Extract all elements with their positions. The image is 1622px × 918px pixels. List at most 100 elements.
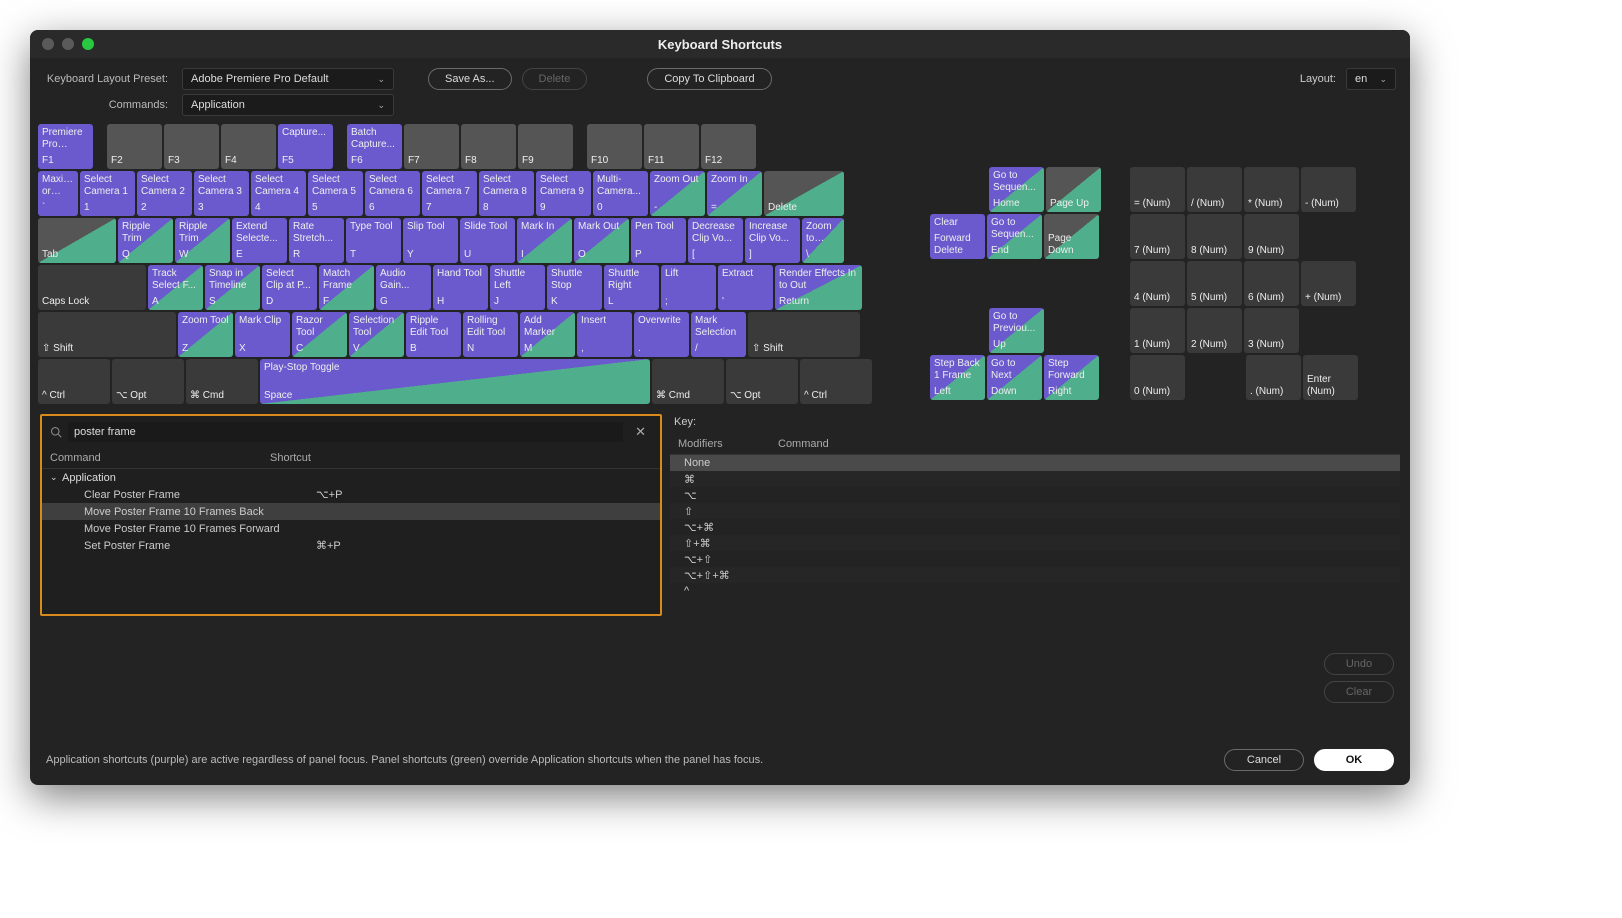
- key-num2[interactable]: 2 (Num): [1187, 308, 1242, 353]
- key-f11[interactable]: F11: [644, 124, 699, 169]
- key-h[interactable]: Hand ToolH: [433, 265, 488, 310]
- key-e[interactable]: Extend Selecte...E: [232, 218, 287, 263]
- key-right[interactable]: Step ForwardRight: [1044, 355, 1099, 400]
- key-f3[interactable]: F3: [164, 124, 219, 169]
- key-lcmd[interactable]: ⌘ Cmd: [186, 359, 258, 404]
- key-n2[interactable]: Select Camera 22: [137, 171, 192, 216]
- modifier-row[interactable]: ⌘: [670, 471, 1400, 487]
- key-num9[interactable]: 9 (Num): [1244, 214, 1299, 259]
- key-minus[interactable]: Zoom Out-: [650, 171, 705, 216]
- key-end[interactable]: Go to Sequen...End: [987, 214, 1042, 259]
- key-numEnter[interactable]: Enter (Num): [1303, 355, 1358, 400]
- key-slash[interactable]: Mark Selection/: [691, 312, 746, 357]
- key-b[interactable]: Ripple Edit ToolB: [406, 312, 461, 357]
- key-n1[interactable]: Select Camera 11: [80, 171, 135, 216]
- key-z[interactable]: Zoom ToolZ: [178, 312, 233, 357]
- key-s[interactable]: Snap in TimelineS: [205, 265, 260, 310]
- key-f1[interactable]: Premiere Pro Help...F1: [38, 124, 93, 169]
- key-r[interactable]: Rate Stretch...R: [289, 218, 344, 263]
- key-f10[interactable]: F10: [587, 124, 642, 169]
- key-lbrack[interactable]: Decrease Clip Vo...[: [688, 218, 743, 263]
- key-k[interactable]: Shuttle StopK: [547, 265, 602, 310]
- search-input[interactable]: [68, 422, 623, 442]
- command-row[interactable]: Set Poster Frame⌘+P: [42, 537, 660, 554]
- key-f5[interactable]: Capture...F5: [278, 124, 333, 169]
- cancel-button[interactable]: Cancel: [1224, 749, 1304, 771]
- commands-dropdown[interactable]: Application ⌄: [182, 94, 394, 116]
- key-num8[interactable]: 8 (Num): [1187, 214, 1242, 259]
- key-num4[interactable]: 4 (Num): [1130, 261, 1185, 306]
- key-j[interactable]: Shuttle LeftJ: [490, 265, 545, 310]
- key-g[interactable]: Audio Gain...G: [376, 265, 431, 310]
- key-tab[interactable]: Tab: [38, 218, 116, 263]
- key-f2[interactable]: F2: [107, 124, 162, 169]
- key-y[interactable]: Slip ToolY: [403, 218, 458, 263]
- key-comma[interactable]: Insert,: [577, 312, 632, 357]
- key-rctrl[interactable]: ^ Ctrl: [800, 359, 872, 404]
- key-home[interactable]: Go to Sequen...Home: [989, 167, 1044, 212]
- modifiers-list[interactable]: None⌘⌥⇧⌥+⌘⇧+⌘⌥+⇧⌥+⇧+⌘^: [670, 455, 1400, 616]
- key-left[interactable]: Step Back 1 FrameLeft: [930, 355, 985, 400]
- modifier-row[interactable]: ⇧+⌘: [670, 535, 1400, 551]
- key-p[interactable]: Pen ToolP: [631, 218, 686, 263]
- key-pgup[interactable]: Page Up: [1046, 167, 1101, 212]
- key-w[interactable]: Ripple TrimW: [175, 218, 230, 263]
- key-rcmd[interactable]: ⌘ Cmd: [652, 359, 724, 404]
- key-c[interactable]: Razor ToolC: [292, 312, 347, 357]
- key-return[interactable]: Render Effects In to OutReturn: [775, 265, 862, 310]
- key-numDot[interactable]: . (Num): [1246, 355, 1301, 400]
- command-tree[interactable]: ⌄ApplicationClear Poster Frame⌥+PMove Po…: [42, 469, 660, 614]
- key-l[interactable]: Shuttle RightL: [604, 265, 659, 310]
- key-n8[interactable]: Select Camera 88: [479, 171, 534, 216]
- key-caps[interactable]: Caps Lock: [38, 265, 146, 310]
- save-as-button[interactable]: Save As...: [428, 68, 512, 90]
- key-n3[interactable]: Select Camera 33: [194, 171, 249, 216]
- key-f7[interactable]: F7: [404, 124, 459, 169]
- key-n0[interactable]: Multi-Camera...0: [593, 171, 648, 216]
- key-up[interactable]: Go to Previou...Up: [989, 308, 1044, 353]
- key-num1[interactable]: 1 (Num): [1130, 308, 1185, 353]
- key-n9[interactable]: Select Camera 99: [536, 171, 591, 216]
- ok-button[interactable]: OK: [1314, 749, 1394, 771]
- key-n6[interactable]: Select Camera 66: [365, 171, 420, 216]
- key-m[interactable]: Add MarkerM: [520, 312, 575, 357]
- key-f12[interactable]: F12: [701, 124, 756, 169]
- key-u[interactable]: Slide ToolU: [460, 218, 515, 263]
- key-numAdd[interactable]: + (Num): [1301, 261, 1356, 306]
- key-f4[interactable]: F4: [221, 124, 276, 169]
- key-f[interactable]: Match FrameF: [319, 265, 374, 310]
- key-num3[interactable]: 3 (Num): [1244, 308, 1299, 353]
- key-n[interactable]: Rolling Edit ToolN: [463, 312, 518, 357]
- key-semi[interactable]: Lift;: [661, 265, 716, 310]
- modifier-row[interactable]: ⇧: [670, 503, 1400, 519]
- key-v[interactable]: Selection ToolV: [349, 312, 404, 357]
- key-num7[interactable]: 7 (Num): [1130, 214, 1185, 259]
- modifier-row[interactable]: ⌥+⇧: [670, 551, 1400, 567]
- key-lshift[interactable]: ⇧ Shift: [38, 312, 176, 357]
- modifier-row[interactable]: ⌥: [670, 487, 1400, 503]
- key-tilde[interactable]: Maximize or Rest...`: [38, 171, 78, 216]
- clear-search-icon[interactable]: ✕: [629, 424, 652, 440]
- key-lopt[interactable]: ⌥ Opt: [112, 359, 184, 404]
- key-q[interactable]: Ripple TrimQ: [118, 218, 173, 263]
- modifier-row[interactable]: None: [670, 455, 1400, 471]
- key-lctrl[interactable]: ^ Ctrl: [38, 359, 110, 404]
- key-i[interactable]: Mark InI: [517, 218, 572, 263]
- key-n5[interactable]: Select Camera 55: [308, 171, 363, 216]
- command-row[interactable]: Move Poster Frame 10 Frames Forward: [42, 520, 660, 537]
- key-numMul[interactable]: * (Num): [1244, 167, 1299, 212]
- key-o[interactable]: Mark OutO: [574, 218, 629, 263]
- key-fwddel[interactable]: ClearForward Delete: [930, 214, 985, 259]
- key-f6[interactable]: Batch Capture...F6: [347, 124, 402, 169]
- key-t[interactable]: Type ToolT: [346, 218, 401, 263]
- key-rbrack[interactable]: Increase Clip Vo...]: [745, 218, 800, 263]
- key-pgdn[interactable]: Page Down: [1044, 214, 1099, 259]
- preset-dropdown[interactable]: Adobe Premiere Pro Default ⌄: [182, 68, 394, 90]
- key-bslash[interactable]: Zoom to Sequence\: [802, 218, 844, 263]
- key-numSub[interactable]: - (Num): [1301, 167, 1356, 212]
- command-row[interactable]: Clear Poster Frame⌥+P: [42, 486, 660, 503]
- modifier-row[interactable]: ⌥+⌘: [670, 519, 1400, 535]
- command-row[interactable]: Move Poster Frame 10 Frames Back: [42, 503, 660, 520]
- layout-dropdown[interactable]: en ⌄: [1346, 68, 1396, 90]
- key-quote[interactable]: Extract': [718, 265, 773, 310]
